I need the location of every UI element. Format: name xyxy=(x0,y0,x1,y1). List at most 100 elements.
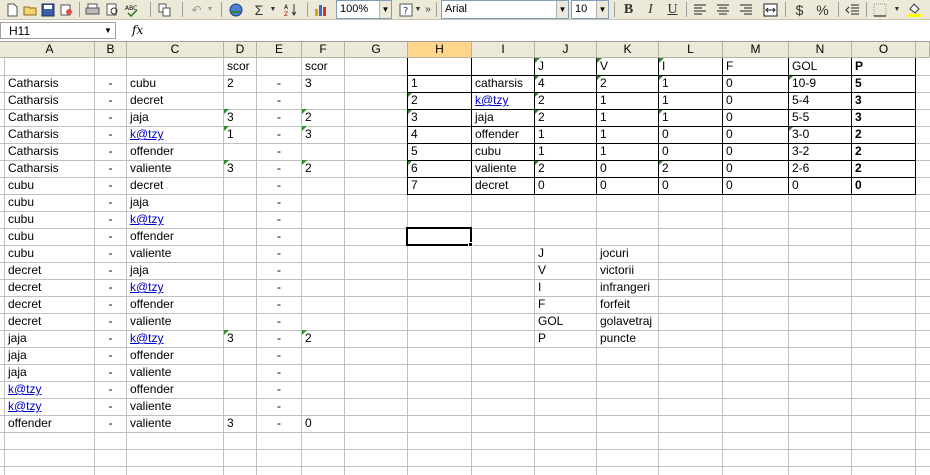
bold-button[interactable]: B xyxy=(620,1,637,18)
print-icon[interactable] xyxy=(84,1,101,18)
cell-c13: jaja xyxy=(130,263,149,277)
permission-icon[interactable] xyxy=(58,1,75,18)
cell-m7: 0 xyxy=(726,161,733,175)
cell-l1: I xyxy=(662,59,666,73)
help-icon[interactable]: ? xyxy=(398,1,414,18)
cell-b15: - xyxy=(108,297,113,311)
cell-e20: - xyxy=(277,382,281,396)
cell-i4: jaja xyxy=(475,110,494,124)
column-header-g[interactable]: G xyxy=(345,42,408,58)
cell-j1: J xyxy=(538,59,544,73)
undo-icon[interactable]: ↶ xyxy=(188,1,205,18)
name-box[interactable]: H11 ▼ xyxy=(0,22,116,39)
chevron-down-icon[interactable]: ▼ xyxy=(556,1,568,18)
cell-n2: 10-9 xyxy=(792,76,817,90)
cell-e6: - xyxy=(277,144,281,158)
borders-icon[interactable] xyxy=(872,1,889,18)
chevron-down-icon[interactable]: ▼ xyxy=(101,23,115,38)
autosum-dropdown-icon[interactable]: ▼ xyxy=(268,1,278,18)
cell-a20[interactable]: k@tzy xyxy=(5,381,94,398)
column-header-i[interactable]: I xyxy=(472,42,535,58)
cell-f5: 3 xyxy=(305,127,312,141)
column-header-d[interactable]: D xyxy=(224,42,257,58)
cell-c10[interactable]: k@tzy xyxy=(127,211,223,228)
column-header-f[interactable]: F xyxy=(302,42,345,58)
cell-n8: 0 xyxy=(792,178,799,192)
font-name-select[interactable]: Arial ▼ xyxy=(441,0,569,19)
autosum-icon[interactable]: Σ xyxy=(252,1,266,18)
copy-icon[interactable] xyxy=(156,1,173,18)
column-header-a[interactable]: A xyxy=(5,42,95,58)
chevron-down-icon[interactable]: ▼ xyxy=(596,1,608,18)
hyperlink-icon[interactable] xyxy=(228,1,245,18)
cell-c17[interactable]: k@tzy xyxy=(127,330,223,347)
active-cell-cursor[interactable] xyxy=(406,227,473,247)
sort-ascending-icon[interactable]: AZ xyxy=(283,1,300,18)
merge-center-icon[interactable] xyxy=(761,1,780,18)
toolbar-options-icon[interactable]: » xyxy=(423,1,433,18)
cell-m4: 0 xyxy=(726,110,733,124)
chevron-down-icon[interactable]: ▼ xyxy=(379,1,391,18)
cell-a14: decret xyxy=(8,280,42,294)
column-header-k[interactable]: K xyxy=(597,42,659,58)
cell-o3: 3 xyxy=(855,93,862,107)
cell-e10: - xyxy=(277,212,281,226)
cell-e19: - xyxy=(277,365,281,379)
column-header-e[interactable]: E xyxy=(257,42,302,58)
fill-color-icon[interactable] xyxy=(906,1,923,18)
save-icon[interactable] xyxy=(40,1,57,18)
cell-c5[interactable]: k@tzy xyxy=(127,126,223,143)
decrease-indent-icon[interactable] xyxy=(843,1,862,18)
open-folder-icon[interactable] xyxy=(22,1,39,18)
help-dropdown-icon[interactable]: ▼ xyxy=(414,1,422,18)
font-size-select[interactable]: 10 ▼ xyxy=(571,0,609,19)
cell-a21[interactable]: k@tzy xyxy=(5,398,94,415)
error-indicator-icon xyxy=(302,160,307,165)
align-center-icon[interactable] xyxy=(715,1,732,18)
cell-c22: valiente xyxy=(130,416,172,430)
svg-text:?: ? xyxy=(403,6,408,17)
align-left-icon[interactable] xyxy=(692,1,709,18)
fill-handle[interactable] xyxy=(468,242,473,247)
cell-m5: 0 xyxy=(726,127,733,141)
print-preview-icon[interactable] xyxy=(104,1,121,18)
insert-function-icon[interactable]: fx xyxy=(132,23,143,37)
spelling-icon[interactable]: ABC xyxy=(124,1,141,18)
cell-e5: - xyxy=(277,127,281,141)
percent-button[interactable]: % xyxy=(814,1,831,18)
column-header-m[interactable]: M xyxy=(723,42,789,58)
cell-a8: cubu xyxy=(8,178,35,192)
grid-line-horizontal xyxy=(0,466,930,467)
cell-c14[interactable]: k@tzy xyxy=(127,279,223,296)
worksheet-grid[interactable]: A B C D E F G H I J K L M N Oscor scor J V I F GOL P Catharsis… xyxy=(0,42,930,475)
column-header-l[interactable]: L xyxy=(659,42,723,58)
cell-j17: P xyxy=(538,331,547,345)
underline-button[interactable]: U xyxy=(664,1,681,18)
cell-a22: offender xyxy=(8,416,52,430)
column-header-o[interactable]: O xyxy=(852,42,916,58)
column-header-n[interactable]: N xyxy=(789,42,852,58)
borders-dropdown-icon[interactable]: ▼ xyxy=(892,1,902,18)
column-header-j[interactable]: J xyxy=(535,42,597,58)
new-file-icon[interactable] xyxy=(4,1,21,18)
column-header-h[interactable]: H xyxy=(408,42,472,58)
cell-l4: 1 xyxy=(662,110,669,124)
cell-e11: - xyxy=(277,229,281,243)
cell-c19: valiente xyxy=(130,365,172,379)
formula-input[interactable] xyxy=(150,23,920,39)
cell-e3: - xyxy=(277,93,281,107)
align-right-icon[interactable] xyxy=(738,1,755,18)
cell-o8: 0 xyxy=(855,178,862,192)
font-size-value: 10 xyxy=(575,3,588,15)
zoom-select[interactable]: 100% ▼ xyxy=(336,0,392,19)
cell-i3[interactable]: k@tzy xyxy=(472,92,534,109)
chart-wizard-icon[interactable] xyxy=(313,1,330,18)
italic-button[interactable]: I xyxy=(642,1,659,18)
currency-button[interactable]: $ xyxy=(791,1,808,18)
column-header-b[interactable]: B xyxy=(95,42,127,58)
undo-dropdown-icon[interactable]: ▼ xyxy=(205,1,215,18)
cell-a5: Catharsis xyxy=(8,127,59,141)
error-indicator-icon xyxy=(302,330,307,335)
column-header-c[interactable]: C xyxy=(127,42,224,58)
cell-h3: 2 xyxy=(411,93,418,107)
